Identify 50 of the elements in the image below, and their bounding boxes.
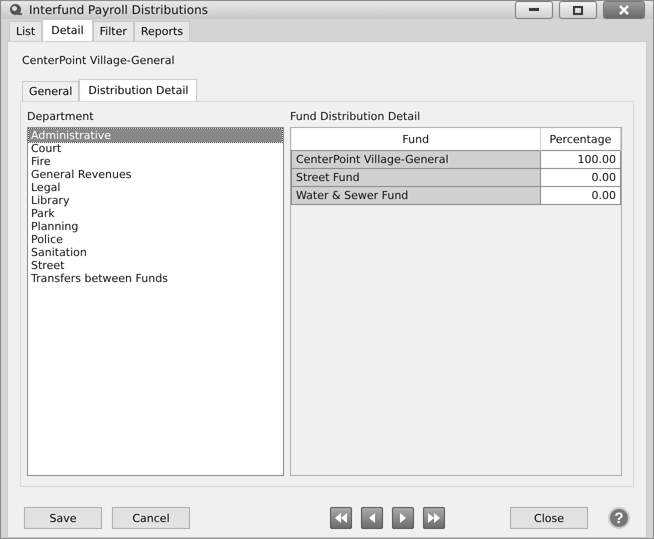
- column-header: Percentage: [540, 128, 620, 150]
- percentage-cell[interactable]: 0.00: [540, 168, 620, 186]
- list-item[interactable]: Police: [29, 233, 282, 246]
- table-cell: Water & Sewer Fund: [292, 186, 540, 204]
- minimize-button[interactable]: [515, 1, 553, 19]
- table-cell: Street Fund: [292, 168, 540, 186]
- list-item[interactable]: Sanitation: [29, 246, 282, 259]
- first-record-button[interactable]: [330, 507, 352, 529]
- department-label: Department: [27, 110, 95, 123]
- grid-label: Fund Distribution Detail: [290, 110, 422, 123]
- help-button[interactable]: ?: [608, 507, 630, 529]
- double-triangle-icon: [428, 513, 440, 523]
- tab[interactable]: Distribution Detail: [79, 79, 198, 101]
- next-record-button[interactable]: [392, 507, 414, 529]
- tab[interactable]: Detail: [42, 19, 93, 41]
- list-item[interactable]: Transfers between Funds: [29, 272, 282, 285]
- list-item[interactable]: Court: [29, 142, 282, 155]
- list-item[interactable]: Administrative: [29, 129, 282, 142]
- tab[interactable]: List: [9, 21, 42, 41]
- previous-record-button[interactable]: [361, 507, 383, 529]
- cancel-button[interactable]: Cancel: [112, 507, 190, 529]
- app-logo-icon: [9, 3, 23, 17]
- list-item[interactable]: Street: [29, 259, 282, 272]
- percentage-cell[interactable]: 0.00: [540, 186, 620, 204]
- tab[interactable]: Filter: [92, 21, 134, 41]
- minimize-icon: [529, 8, 539, 12]
- triangle-icon: [400, 513, 406, 523]
- close-window-button[interactable]: [603, 1, 645, 19]
- column-header: Fund: [292, 128, 540, 150]
- last-record-button[interactable]: [423, 507, 445, 529]
- list-item[interactable]: Planning: [29, 220, 282, 233]
- list-item[interactable]: Library: [29, 194, 282, 207]
- triangle-icon: [369, 513, 375, 523]
- close-icon: [618, 5, 630, 15]
- record-name: CenterPoint Village-General: [22, 54, 176, 67]
- list-item[interactable]: Fire: [29, 155, 282, 168]
- tab[interactable]: General: [22, 81, 80, 101]
- maximize-icon: [573, 6, 583, 14]
- double-triangle-icon: [335, 513, 347, 523]
- tab[interactable]: Reports: [134, 21, 190, 41]
- maximize-button[interactable]: [559, 1, 597, 19]
- list-item[interactable]: General Revenues: [29, 168, 282, 181]
- close-button[interactable]: Close: [510, 507, 588, 529]
- list-item[interactable]: Legal: [29, 181, 282, 194]
- percentage-cell[interactable]: 100.00: [540, 150, 620, 168]
- table-cell: CenterPoint Village-General: [292, 150, 540, 168]
- save-button[interactable]: Save: [24, 507, 102, 529]
- department-list[interactable]: Administrative Court Fire General Revenues Legal Library Park Planning Police Sanitation Street Transfers between Funds: [27, 127, 284, 476]
- window-title: Interfund Payroll Distributions: [29, 3, 209, 17]
- list-item[interactable]: Park: [29, 207, 282, 220]
